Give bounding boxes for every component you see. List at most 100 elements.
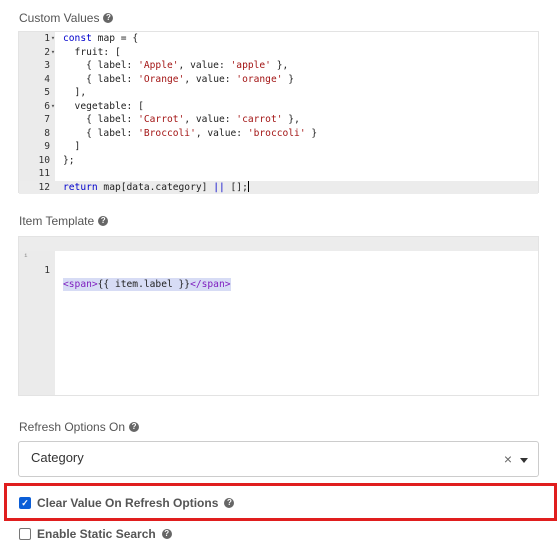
code-token: , value: bbox=[184, 114, 237, 125]
code-token: map = { bbox=[91, 33, 139, 44]
line-number: 10 bbox=[38, 154, 50, 166]
code-line[interactable]: 7 { label: 'Carrot', value: 'carrot' }, bbox=[19, 113, 538, 127]
code-string: 'orange' bbox=[236, 73, 283, 85]
code-line[interactable]: 6 ▾ vegetable: [ bbox=[19, 100, 538, 114]
custom-values-code-editor[interactable]: 1 ▾ const map = {2 ▾ fruit: [3 { label: 'Ap… bbox=[18, 31, 539, 195]
code-tag: </span> bbox=[190, 278, 231, 290]
code-keyword: return bbox=[63, 181, 98, 193]
help-icon[interactable]: ? bbox=[161, 529, 172, 539]
code-token: }, bbox=[282, 114, 300, 125]
line-number: 6 bbox=[44, 100, 50, 112]
code-token: []; bbox=[224, 181, 248, 193]
line-number: 2 bbox=[44, 46, 50, 58]
code-text: const map = { bbox=[63, 32, 138, 46]
code-line[interactable]: 11 bbox=[19, 167, 538, 181]
code-token: ], bbox=[63, 87, 87, 98]
code-text: ] bbox=[63, 140, 81, 154]
code-token: { label: bbox=[63, 60, 139, 71]
line-number: 8 bbox=[44, 127, 50, 139]
code-token: fruit: [ bbox=[63, 46, 121, 58]
code-string: 'Orange' bbox=[138, 73, 185, 85]
code-token: } bbox=[305, 127, 318, 139]
code-token: }, bbox=[270, 60, 289, 71]
code-token: { label: bbox=[63, 73, 139, 85]
code-line[interactable]: 3 { label: 'Apple', value: 'apple' }, bbox=[19, 59, 538, 73]
code-keyword: || bbox=[213, 181, 225, 193]
refresh-options-select[interactable]: Category × bbox=[18, 441, 539, 477]
line-number: 3 bbox=[44, 60, 50, 71]
code-line[interactable]: 2 ▾ fruit: [ bbox=[19, 46, 538, 60]
text-cursor bbox=[247, 180, 249, 192]
code-token: { label: bbox=[63, 114, 139, 125]
refresh-options-label-text: Refresh Options On bbox=[19, 420, 126, 434]
line-number: 12 bbox=[38, 181, 50, 193]
code-text: { label: 'Carrot', value: 'carrot' }, bbox=[63, 113, 300, 127]
code-line[interactable]: ⁱ 1 <span>{{ item.label }}</span> bbox=[19, 237, 538, 291]
code-text: { label: 'Apple', value: 'apple' }, bbox=[63, 59, 288, 73]
refresh-options-label: Refresh Options On ? bbox=[19, 420, 140, 434]
line-number: 5 bbox=[44, 87, 50, 98]
chevron-down-icon[interactable] bbox=[520, 458, 528, 463]
code-line[interactable]: 9 ] bbox=[19, 140, 538, 154]
code-line[interactable]: 1 ▾ const map = { bbox=[19, 32, 538, 46]
code-string: 'Carrot' bbox=[138, 114, 185, 125]
enable-static-search-option[interactable]: Enable Static Search ? bbox=[19, 527, 172, 541]
code-token: { label: bbox=[63, 127, 139, 139]
clear-icon[interactable]: × bbox=[504, 451, 512, 467]
code-token: } bbox=[282, 73, 295, 85]
code-token: }; bbox=[63, 154, 75, 166]
code-text: return map[data.category] || []; bbox=[63, 180, 249, 195]
code-token: , value: bbox=[178, 60, 231, 71]
custom-values-label-text: Custom Values bbox=[19, 11, 100, 25]
fold-toggle-icon[interactable]: ▾ bbox=[50, 100, 56, 114]
code-string: 'apple' bbox=[230, 60, 271, 71]
code-token: ] bbox=[63, 141, 81, 152]
code-text: vegetable: [ bbox=[63, 100, 144, 114]
code-keyword: const bbox=[63, 33, 92, 44]
code-string: 'carrot' bbox=[236, 114, 283, 125]
code-string: 'broccoli' bbox=[247, 127, 306, 139]
gutter-marker-icon: ⁱ bbox=[23, 251, 29, 263]
help-icon[interactable]: ? bbox=[98, 216, 109, 226]
code-token: , value: bbox=[195, 127, 248, 139]
help-icon[interactable]: ? bbox=[224, 498, 235, 508]
line-number: 11 bbox=[38, 168, 50, 179]
line-number: 4 bbox=[44, 73, 50, 85]
code-text: { label: 'Orange', value: 'orange' } bbox=[63, 73, 294, 87]
fold-toggle-icon[interactable]: ▾ bbox=[50, 32, 56, 46]
line-number: 1 bbox=[44, 33, 50, 44]
item-template-label-text: Item Template bbox=[19, 214, 95, 228]
clear-value-checkbox[interactable]: ✓ bbox=[19, 497, 31, 509]
code-text: ], bbox=[63, 86, 87, 100]
code-token: map[data.category] bbox=[97, 181, 214, 193]
select-value: Category bbox=[31, 450, 84, 465]
code-line[interactable]: 4 { label: 'Orange', value: 'orange' } bbox=[19, 73, 538, 87]
line-number: 1 bbox=[44, 265, 50, 276]
code-tag: <span> bbox=[63, 278, 98, 290]
help-icon[interactable]: ? bbox=[103, 13, 114, 23]
enable-static-search-label[interactable]: Enable Static Search bbox=[37, 527, 156, 541]
help-icon[interactable]: ? bbox=[129, 422, 140, 432]
clear-value-on-refresh-option[interactable]: ✓ Clear Value On Refresh Options ? bbox=[19, 496, 235, 510]
code-token: vegetable: [ bbox=[63, 100, 144, 112]
fold-toggle-icon[interactable]: ▾ bbox=[50, 46, 56, 60]
code-string: 'Apple' bbox=[138, 60, 179, 71]
code-line[interactable]: 5 ], bbox=[19, 86, 538, 100]
line-number: 9 bbox=[44, 141, 50, 152]
code-line[interactable]: 12 return map[data.category] || []; bbox=[19, 180, 538, 195]
code-token: {{ item.label }} bbox=[97, 278, 191, 290]
item-template-label: Item Template ? bbox=[19, 214, 109, 228]
code-text: { label: 'Broccoli', value: 'broccoli' } bbox=[63, 127, 317, 141]
line-number: 7 bbox=[44, 114, 50, 125]
item-template-code-editor[interactable]: ⁱ 1 <span>{{ item.label }}</span> bbox=[18, 236, 539, 396]
custom-values-label: Custom Values ? bbox=[19, 11, 114, 25]
code-line[interactable]: 10}; bbox=[19, 154, 538, 168]
clear-value-label[interactable]: Clear Value On Refresh Options bbox=[37, 496, 218, 510]
code-token: , value: bbox=[184, 73, 237, 85]
code-text: }; bbox=[63, 154, 75, 168]
code-string: 'Broccoli' bbox=[138, 127, 196, 139]
code-line[interactable]: 8 { label: 'Broccoli', value: 'broccoli'… bbox=[19, 127, 538, 141]
enable-static-search-checkbox[interactable] bbox=[19, 528, 31, 540]
code-text: <span>{{ item.label }}</span> bbox=[63, 277, 231, 291]
code-text: fruit: [ bbox=[63, 46, 121, 60]
